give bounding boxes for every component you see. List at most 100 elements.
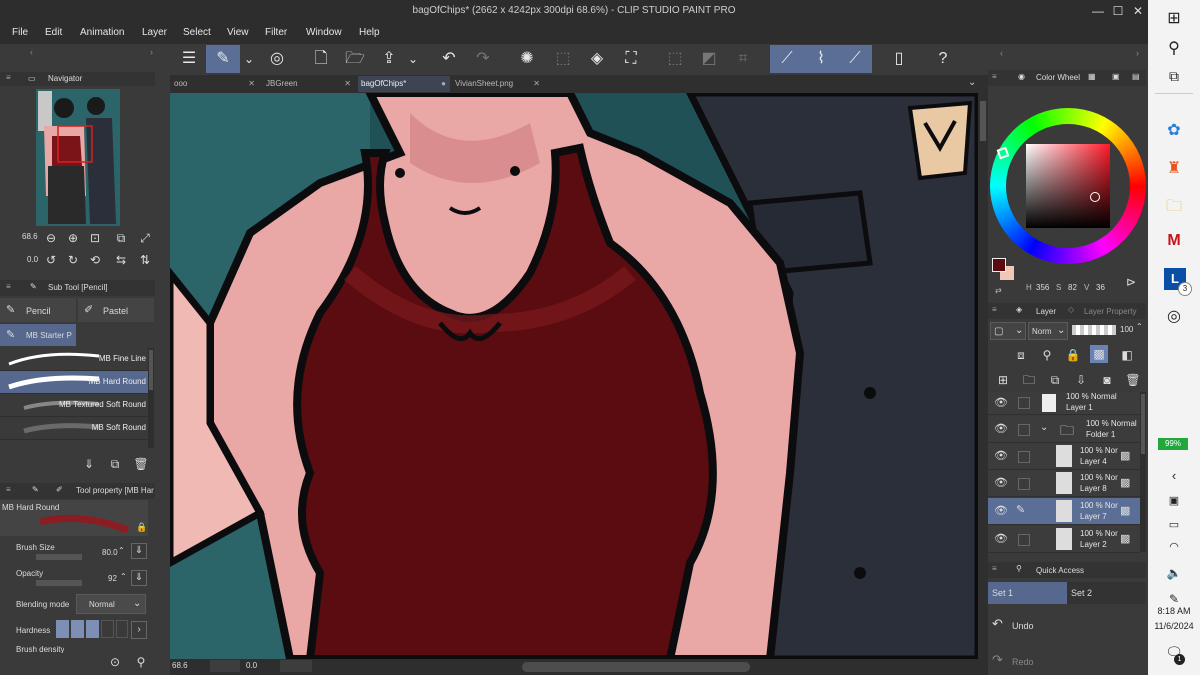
reference-layer-icon[interactable]: ⚲ <box>1038 346 1056 364</box>
hardness-step[interactable] <box>71 620 84 638</box>
copilot-icon[interactable]: ✿ <box>1148 120 1200 140</box>
hardness-step[interactable] <box>116 620 128 638</box>
layer-row-selected[interactable]: 👁 ✎ 100 % Nor Layer 7 ▩ <box>988 498 1140 525</box>
zoom-out-icon[interactable]: ⊖ <box>42 229 60 247</box>
hardness-selector[interactable] <box>56 620 128 638</box>
eye-icon[interactable]: 👁 <box>994 449 1008 462</box>
subtool-group-pastel[interactable]: ✐ Pastel <box>78 298 154 322</box>
pen-pressure-icon[interactable]: ⟋ <box>838 45 872 73</box>
color-picker-cursor[interactable] <box>1090 192 1100 202</box>
grip-icon[interactable]: ≡ <box>992 72 997 81</box>
hardness-step[interactable] <box>101 620 114 638</box>
saturation-value-square[interactable] <box>1026 144 1110 228</box>
clock-date[interactable]: 11/6/2024 <box>1148 621 1200 631</box>
brave-browser-icon[interactable]: ♜ <box>1148 158 1200 178</box>
close-icon[interactable]: ✕ <box>533 76 540 92</box>
grip-icon[interactable]: ≡ <box>6 73 11 82</box>
brush-mb-hard-round[interactable]: MB Hard Round <box>0 371 148 394</box>
color-set-icon[interactable]: ▦ <box>1088 72 1096 81</box>
tab-list-chevron-icon[interactable]: ⌄ <box>968 77 976 88</box>
grip-icon[interactable]: ≡ <box>992 305 997 314</box>
tab-jbgreen[interactable]: JBGreen ✕ <box>263 76 355 92</box>
lock-icon[interactable]: 🔒 <box>1064 346 1082 364</box>
layer-row[interactable]: 👁 ⌄ 🗀 100 % Normal Folder 1 <box>988 416 1140 443</box>
chevron-left-icon[interactable]: ‹ <box>1000 48 1003 58</box>
menu-window[interactable]: Window <box>306 27 342 38</box>
redo-icon[interactable]: ↷ <box>466 45 500 73</box>
mask-icon[interactable]: ◧ <box>1118 346 1136 364</box>
color-wheel[interactable] <box>990 108 1146 264</box>
chevron-left-icon[interactable]: ‹ <box>1148 468 1200 483</box>
select-checkbox[interactable] <box>1018 451 1030 463</box>
select-checkbox[interactable] <box>1018 478 1030 490</box>
eye-icon[interactable]: 👁 <box>994 532 1008 545</box>
deselect-icon[interactable]: ⬚ <box>658 45 692 73</box>
new-folder-icon[interactable]: 🗀 <box>1020 371 1038 389</box>
navigator-zoom[interactable]: 68.6 <box>22 232 38 241</box>
brush-size-value[interactable]: 80.0 <box>102 548 118 557</box>
layer-opacity-slider[interactable] <box>1072 325 1116 335</box>
subtool-group-mb-starter[interactable]: ✎ MB Starter P <box>0 324 76 346</box>
fill-icon[interactable]: ◈ <box>580 45 614 73</box>
clip-studio-icon[interactable]: ◎ <box>1148 306 1200 326</box>
tab-bagofchips[interactable]: bagOfChips* ● <box>358 76 450 92</box>
minimize-button[interactable]: — <box>1088 3 1108 19</box>
subtool-scrollbar[interactable] <box>148 348 154 448</box>
scroll-thumb[interactable] <box>149 350 153 390</box>
set-2-tab[interactable]: Set 2 <box>1067 582 1146 604</box>
spinner-icon[interactable]: ⌃ <box>1136 322 1143 331</box>
pen-editing-icon[interactable]: ✎ <box>1016 503 1025 516</box>
loading-icon[interactable]: ✺ <box>510 45 544 73</box>
lock-icon[interactable]: 🔒 <box>136 522 147 533</box>
modified-dot-icon[interactable]: ● <box>441 76 446 92</box>
settings-icon[interactable]: ⊙ <box>106 653 124 671</box>
export-icon[interactable]: ⇪ <box>372 45 406 73</box>
layer-opacity-value[interactable]: 100 <box>1120 325 1133 334</box>
layer-blend-select[interactable]: Norm ⌄ <box>1028 322 1068 340</box>
task-view-icon[interactable]: ⧉ <box>1148 68 1200 85</box>
help-icon[interactable]: ? <box>926 45 960 73</box>
layer-row[interactable]: 👁 100 % Nor Layer 4 ▩ <box>988 443 1140 470</box>
s-value[interactable]: 82 <box>1068 283 1077 292</box>
pen-menu-icon[interactable]: ✎ <box>1148 592 1200 606</box>
redo-action[interactable]: ↷ Redo <box>988 648 1146 674</box>
clock-time[interactable]: 8:18 AM <box>1148 606 1200 616</box>
rotate-left-icon[interactable]: ↺ <box>42 251 60 269</box>
duplicate-icon[interactable]: ⧉ <box>106 455 124 473</box>
volume-icon[interactable]: 🔈 <box>1148 566 1200 580</box>
tab-layer[interactable]: Layer <box>1036 307 1056 316</box>
select-checkbox[interactable] <box>1018 424 1030 436</box>
grip-icon[interactable]: ≡ <box>992 564 997 573</box>
layer-row[interactable]: 👁 100 % Normal Layer 1 <box>988 392 1140 415</box>
search-icon[interactable]: ⚲ <box>132 653 150 671</box>
set-1-tab[interactable]: Set 1 <box>988 582 1067 604</box>
layer-row[interactable]: 👁 100 % Nor Layer 8 ▩ <box>988 470 1140 497</box>
hardness-step[interactable] <box>86 620 99 638</box>
tab-viviansheet[interactable]: VivianSheet.png ✕ <box>452 76 544 92</box>
layer-mask-icon[interactable]: ◙ <box>1098 371 1116 389</box>
transform-icon[interactable]: ⛶ <box>614 45 648 73</box>
menu-layer[interactable]: Layer <box>142 27 167 38</box>
flip-vertical-icon[interactable]: ⇅ <box>136 251 154 269</box>
crop-icon[interactable]: ⌗ <box>726 45 760 73</box>
opacity-value[interactable]: 92 <box>108 574 117 583</box>
navigator-preview[interactable] <box>0 86 155 228</box>
clear-icon[interactable]: ⬚ <box>546 45 580 73</box>
brush-size-slider[interactable] <box>36 554 82 560</box>
menu-animation[interactable]: Animation <box>80 27 124 38</box>
menu-edit[interactable]: Edit <box>45 27 62 38</box>
blending-mode-select[interactable]: Normal ⌄ <box>76 594 146 614</box>
menu-help[interactable]: Help <box>359 27 380 38</box>
undo-icon[interactable]: ↶ <box>432 45 466 73</box>
chevron-left-icon[interactable]: ‹ <box>30 47 33 57</box>
pen-edit-icon[interactable]: ✎ <box>206 45 240 73</box>
file-explorer-icon[interactable]: 🗀 <box>1148 195 1200 222</box>
chevron-right-icon[interactable]: › <box>131 621 147 639</box>
menu-select[interactable]: Select <box>183 27 211 38</box>
battery-indicator[interactable]: 99% <box>1158 438 1188 450</box>
opacity-menu-icon[interactable]: ⇓ <box>131 570 147 586</box>
menu-icon[interactable]: ☰ <box>172 45 206 73</box>
clip-studio-icon[interactable]: ◎ <box>260 45 294 73</box>
eye-icon[interactable]: 👁 <box>994 422 1008 435</box>
open-folder-icon[interactable]: 🗁 <box>338 45 372 73</box>
